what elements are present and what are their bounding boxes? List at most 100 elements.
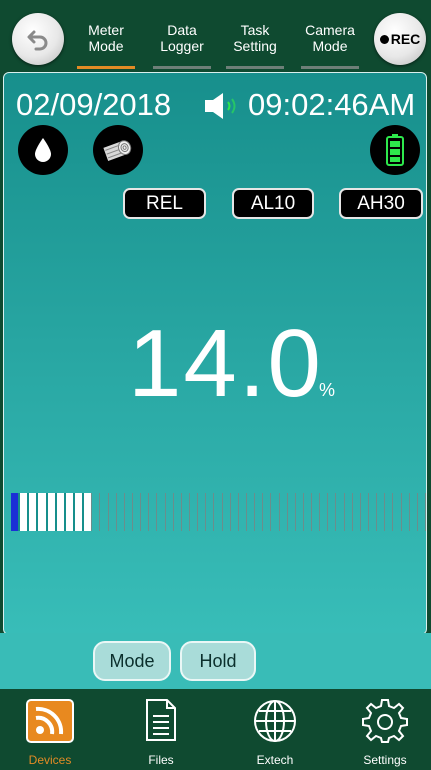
- bargraph-segment: [408, 493, 417, 531]
- bargraph-segment: [376, 493, 384, 531]
- tab-label-line1: Camera: [305, 22, 355, 38]
- nav-label: Files: [148, 753, 174, 767]
- nav-extech[interactable]: Extech: [235, 689, 315, 770]
- nav-settings[interactable]: Settings: [345, 689, 425, 770]
- bargraph-segment: [278, 493, 287, 531]
- bargraph-segment: [82, 493, 92, 531]
- bargraph-segment: [107, 493, 116, 531]
- tab-label-line1: Task: [240, 22, 270, 38]
- bargraph-segment: [368, 493, 376, 531]
- bargraph-segment: [384, 493, 392, 531]
- bargraph-segment: [245, 493, 254, 531]
- bargraph-segment: [311, 493, 319, 531]
- gear-icon: [362, 699, 408, 743]
- nav-label: Devices: [28, 753, 72, 767]
- tab-task-setting[interactable]: Task Setting: [222, 22, 288, 69]
- wood-log-icon[interactable]: [93, 125, 143, 175]
- bargraph-segment: [392, 493, 400, 531]
- bargraph-segment: [148, 493, 156, 531]
- bargraph-segment: [197, 493, 205, 531]
- mode-button[interactable]: Mode: [93, 641, 171, 681]
- alarm-high-badge[interactable]: AH30: [339, 188, 423, 219]
- bargraph-segment: [36, 493, 46, 531]
- bargraph-segment: [27, 493, 37, 531]
- bargraph-segment: [45, 493, 55, 531]
- tab-label-line2: Setting: [233, 38, 277, 54]
- tab-indicator: [226, 66, 284, 69]
- speaker-icon: [205, 93, 236, 119]
- bargraph-segment: [416, 493, 427, 531]
- record-dot-icon: [379, 34, 389, 44]
- meter-display-panel: 02/09/2018 09:02:46AM REL AL10 AH30 14.0…: [3, 72, 427, 635]
- bargraph-segment: [294, 493, 303, 531]
- bargraph-segment: [72, 493, 83, 531]
- bargraph-segment: [188, 493, 197, 531]
- water-drop-icon[interactable]: [18, 125, 68, 175]
- hold-button[interactable]: Hold: [180, 641, 256, 681]
- tab-data-logger[interactable]: Data Logger: [149, 22, 215, 69]
- nav-label: Extech: [256, 753, 294, 767]
- bargraph-segment: [229, 493, 238, 531]
- bargraph-segment: [156, 493, 164, 531]
- bargraph-segment: [164, 493, 173, 531]
- top-bar: Meter Mode Data Logger Task Setting Came…: [0, 0, 431, 72]
- nav-devices[interactable]: Devices: [10, 689, 90, 770]
- nav-label: Settings: [363, 753, 407, 767]
- bargraph-segment: [131, 493, 140, 531]
- bargraph-segment: [54, 493, 64, 531]
- bargraph-segment: [91, 493, 99, 531]
- record-button[interactable]: REC: [374, 13, 426, 65]
- bargraph-segment: [262, 493, 270, 531]
- measurement-value: 14.0: [128, 310, 323, 417]
- analog-bargraph: [11, 493, 427, 531]
- bargraph-segment: [270, 493, 278, 531]
- document-icon: [146, 699, 176, 741]
- date-readout: 02/09/2018: [16, 87, 172, 122]
- battery-icon: [370, 125, 420, 175]
- tab-indicator: [153, 66, 211, 69]
- bargraph-segment: [254, 493, 262, 531]
- bargraph-segment: [115, 493, 124, 531]
- measurement-unit: %: [319, 380, 336, 400]
- bargraph-segment: [302, 493, 311, 531]
- bargraph-segment: [213, 493, 221, 531]
- bargraph-segment: [335, 493, 343, 531]
- bargraph-segment: [123, 493, 132, 531]
- back-arrow-icon: [27, 30, 48, 51]
- bargraph-segment: [180, 493, 189, 531]
- alarm-low-badge[interactable]: AL10: [232, 188, 314, 219]
- tab-indicator: [301, 66, 359, 69]
- record-label: REC: [390, 31, 421, 47]
- tab-label-line1: Data: [167, 22, 197, 38]
- nav-files[interactable]: Files: [121, 689, 201, 770]
- bargraph-segment: [140, 493, 148, 531]
- bargraph-segment: [400, 493, 409, 531]
- rel-badge[interactable]: REL: [123, 188, 206, 219]
- tab-meter-mode[interactable]: Meter Mode: [73, 22, 139, 69]
- bargraph-segment: [327, 493, 335, 531]
- tab-camera-mode[interactable]: Camera Mode: [297, 22, 363, 69]
- bargraph-segment: [63, 493, 73, 531]
- tab-indicator: [77, 66, 135, 69]
- tab-label-line2: Mode: [312, 38, 348, 54]
- bargraph-segment: [205, 493, 213, 531]
- tab-label-line1: Meter: [88, 22, 124, 38]
- action-strip: Mode Hold: [0, 633, 431, 689]
- bargraph-segment: [18, 493, 28, 531]
- bargraph-segment: [286, 493, 295, 531]
- bargraph-segment: [237, 493, 246, 531]
- bargraph-segment: [319, 493, 327, 531]
- record-label-wrap: REC: [379, 31, 421, 47]
- tab-label-line2: Logger: [160, 38, 204, 54]
- bargraph-segment: [359, 493, 368, 531]
- bargraph-segment: [221, 493, 230, 531]
- bargraph-segment: [99, 493, 107, 531]
- rss-feed-icon: [26, 699, 74, 743]
- bottom-nav: Devices Files Extech Settings: [0, 689, 431, 770]
- bargraph-segment: [11, 493, 19, 531]
- bargraph-segment: [172, 493, 181, 531]
- bargraph-segment: [351, 493, 360, 531]
- back-button[interactable]: [12, 13, 64, 65]
- bargraph-segment: [343, 493, 352, 531]
- time-readout: 09:02:46AM: [248, 87, 416, 122]
